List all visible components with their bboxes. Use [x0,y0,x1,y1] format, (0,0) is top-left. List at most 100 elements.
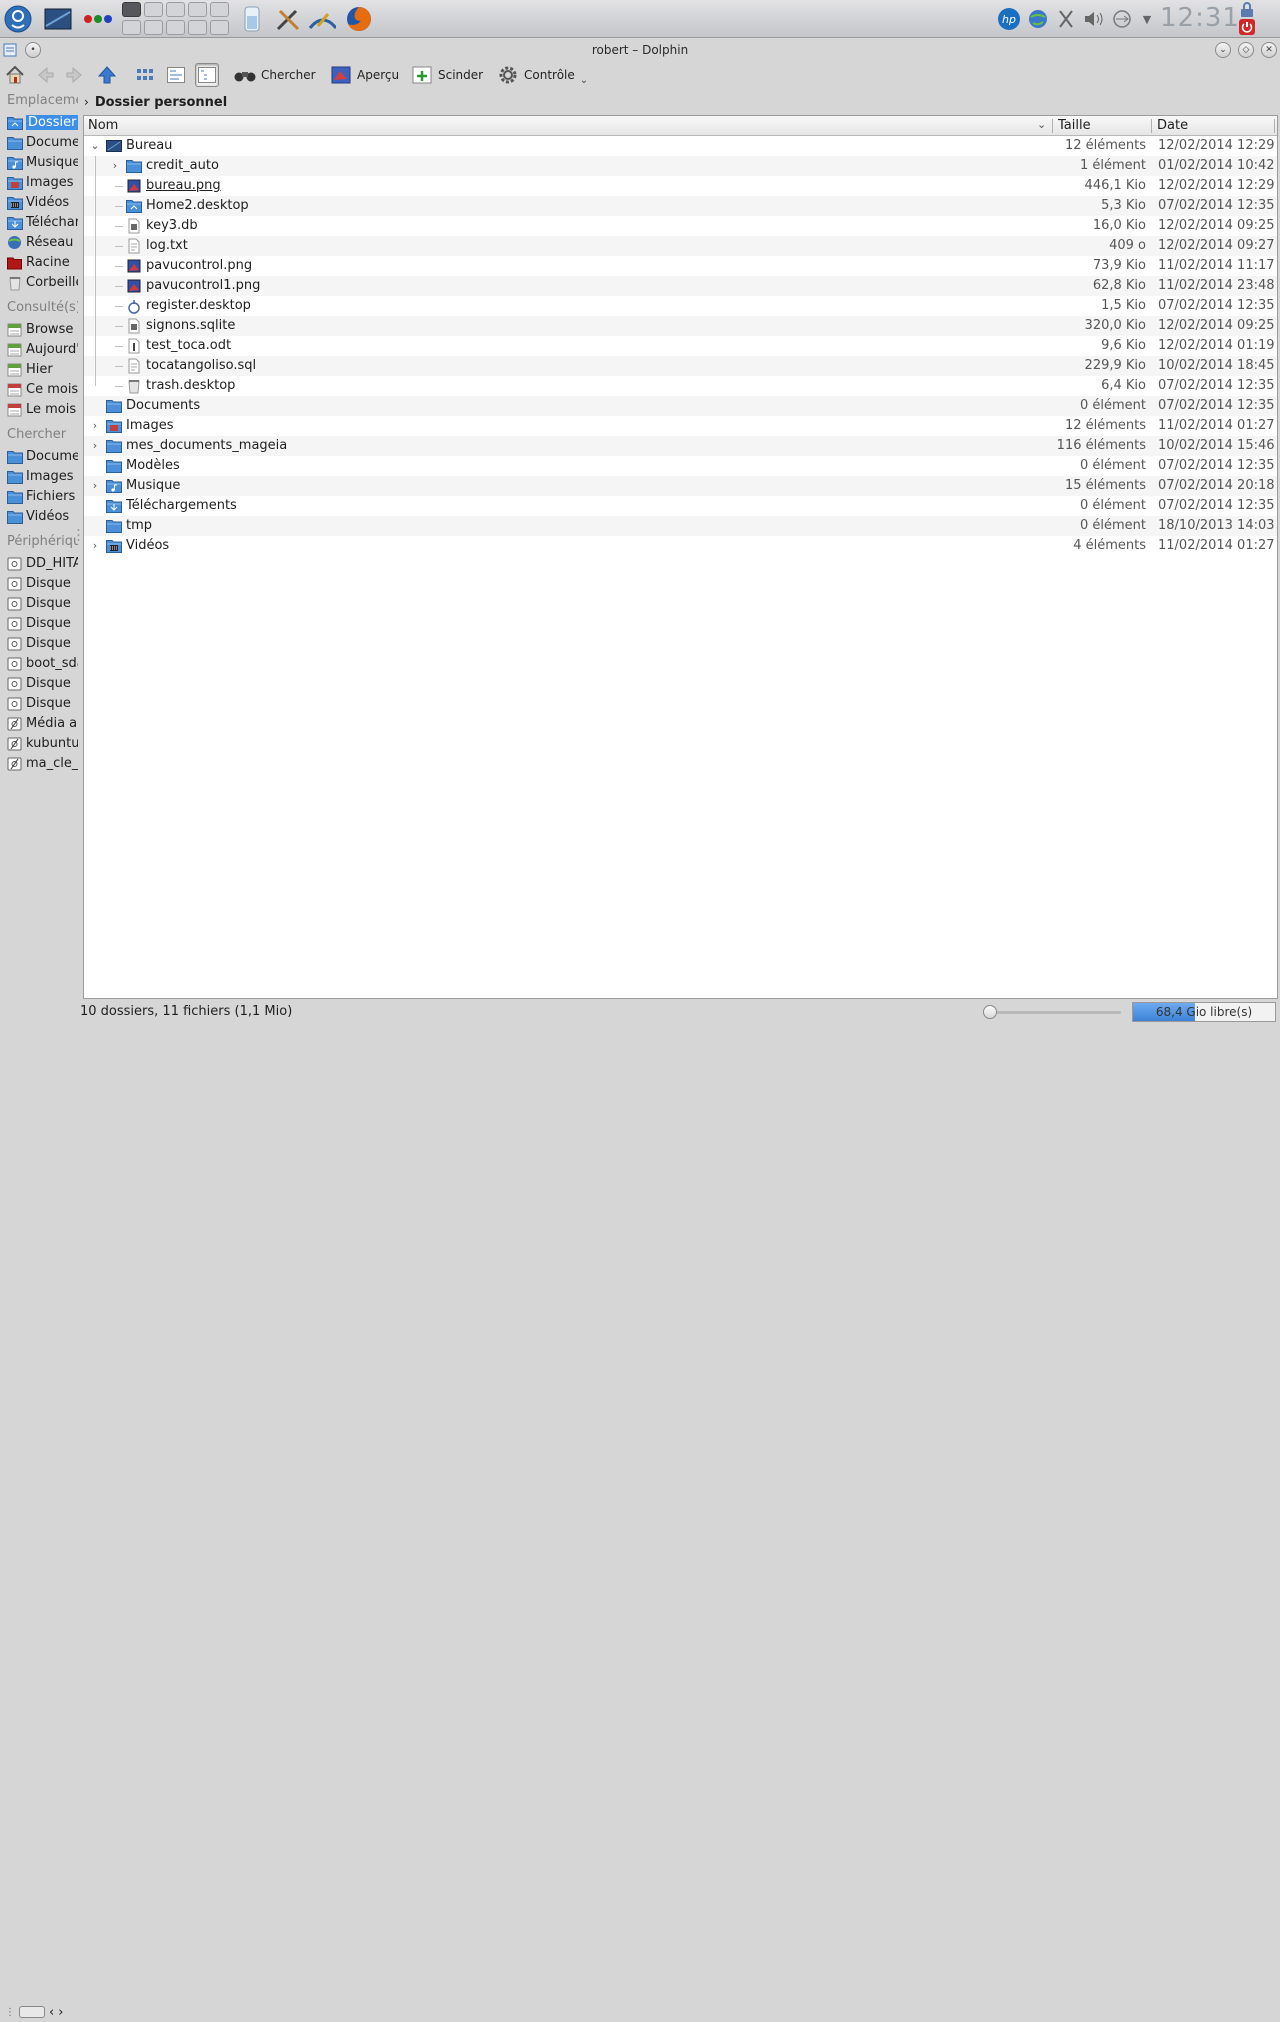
places-item[interactable]: Images [7,173,74,192]
free-space-bar[interactable]: 68,4 Gio libre(s) [1132,1002,1276,1022]
power-icon[interactable] [1239,19,1255,35]
pager-desktop-6[interactable] [122,20,141,35]
places-section-title[interactable]: Chercher [7,427,66,442]
file-row[interactable]: › Vidéos 4 éléments 11/02/2014 01:27 [84,536,1277,556]
draw-icon[interactable] [308,5,336,33]
pager-desktop-8[interactable] [166,20,185,35]
usb-icon[interactable] [1108,5,1136,33]
places-item[interactable]: Corbeille [7,273,78,292]
column-size[interactable]: Taille [1058,118,1091,133]
column-date[interactable]: Date [1157,118,1188,133]
places-item[interactable]: Disque [7,614,71,633]
sort-chevron-icon[interactable]: ⌄ [1037,118,1046,131]
places-item[interactable]: Disque [7,634,71,653]
file-details-view[interactable]: Nom ⌄ Taille Date ⌄ Bureau 12 éléments 12/0… [83,115,1278,999]
lock-icon[interactable] [1239,2,1255,18]
places-item[interactable]: Disque [7,694,71,713]
zoom-slider-handle[interactable] [983,1005,998,1019]
control-menu-button[interactable]: Contrôle ⌄ [497,62,588,88]
places-item[interactable]: Documents [7,447,78,466]
expand-arrow-icon[interactable]: › [110,159,120,173]
expand-arrow-icon[interactable]: › [90,419,100,433]
file-row[interactable]: key3.db 16,0 Kio 12/02/2014 09:25 [84,216,1277,236]
volume-icon[interactable] [1080,5,1108,33]
file-row[interactable]: test_toca.odt 9,6 Kio 12/02/2014 01:19 [84,336,1277,356]
colors-icon[interactable] [84,5,112,33]
places-item[interactable]: Vidéos [7,193,69,212]
places-item[interactable]: Disque [7,594,71,613]
column-divider[interactable] [1052,119,1053,133]
breadcrumb[interactable]: › Dossier personnel [84,90,1280,114]
pager-desktop-9[interactable] [188,20,207,35]
places-item[interactable]: DD_HITACHI [7,554,78,573]
places-item[interactable]: boot_sda [7,654,78,673]
column-name[interactable]: Nom [88,118,118,133]
file-row[interactable]: Modèles 0 élément 07/02/2014 12:35 [84,456,1277,476]
places-item[interactable]: Hier [7,360,53,379]
file-row[interactable]: tmp 0 élément 18/10/2013 14:03 [84,516,1277,536]
places-item[interactable]: Disque [7,574,71,593]
places-item[interactable]: Le mois dernier [7,400,78,419]
sidebar-toggle-button[interactable] [19,2006,45,2018]
pager-desktop-10[interactable] [210,20,229,35]
places-item[interactable]: Aujourd'hui [7,340,78,359]
places-item[interactable]: Dossier personnel [7,113,78,132]
places-item[interactable]: Images [7,467,74,486]
file-row[interactable]: bureau.png 446,1 Kio 12/02/2014 12:29 [84,176,1277,196]
file-row[interactable]: › mes_documents_mageia 116 éléments 10/02/2… [84,436,1277,456]
file-row[interactable]: › Images 12 éléments 11/02/2014 01:27 [84,416,1277,436]
places-item[interactable]: Browse [7,320,73,339]
pager-desktop-4[interactable] [188,2,207,17]
places-section-title[interactable]: Emplacements [7,93,78,108]
panel-splitter[interactable] [76,90,81,1000]
expand-arrow-icon[interactable]: › [90,539,100,553]
file-row[interactable]: ⌄ Bureau 12 éléments 12/02/2014 12:29 [84,136,1277,156]
network-globe-icon[interactable] [1024,5,1052,33]
preview-button[interactable]: Aperçu [330,62,399,88]
forward-button[interactable] [64,62,86,88]
expand-arrow-icon[interactable]: › [90,479,100,493]
mageia-menu-icon[interactable] [4,5,32,33]
places-item[interactable]: Musique [7,153,78,172]
desktop-icon[interactable] [44,5,72,33]
places-item[interactable]: Vidéos [7,507,69,526]
scissors-icon[interactable] [1052,5,1080,33]
column-divider[interactable] [1151,119,1152,133]
pager-desktop-5[interactable] [210,2,229,17]
file-row[interactable]: register.desktop 1,5 Kio 07/02/2014 12:35 [84,296,1277,316]
firefox-icon[interactable] [345,5,373,33]
places-item[interactable]: Racine [7,253,70,272]
up-button[interactable] [96,62,118,88]
clock[interactable]: 12:31 [1160,3,1240,33]
file-row[interactable]: pavucontrol1.png 62,8 Kio 11/02/2014 23:48 [84,276,1277,296]
pager-desktop-2[interactable] [144,2,163,17]
file-row[interactable]: log.txt 409 o 12/02/2014 09:27 [84,236,1277,256]
breadcrumb-current[interactable]: Dossier personnel [95,95,227,110]
chevron-left-icon[interactable]: ‹ [49,2005,54,2020]
chevron-down-icon[interactable]: ▼ [1133,5,1161,33]
file-row[interactable]: tocatangoliso.sql 229,9 Kio 10/02/2014 18:… [84,356,1277,376]
details-view-button[interactable] [195,62,219,88]
file-row[interactable]: trash.desktop 6,4 Kio 07/02/2014 12:35 [84,376,1277,396]
places-item[interactable]: Média amovible [7,714,78,733]
battery-widget-icon[interactable] [238,5,266,33]
chevron-right-icon[interactable]: › [58,2005,63,2020]
places-item[interactable]: Fichiers audio [7,487,78,506]
hp-icon[interactable]: hp [995,5,1023,33]
places-section-title[interactable]: Périphériques [7,534,78,549]
expand-arrow-icon[interactable]: › [90,439,100,453]
places-item[interactable]: Téléchargements [7,213,78,232]
file-row[interactable]: pavucontrol.png 73,9 Kio 11/02/2014 11:17 [84,256,1277,276]
places-item[interactable]: ma_cle_usb [7,754,78,773]
pager-desktop-7[interactable] [144,20,163,35]
column-divider[interactable] [1274,119,1275,133]
maximize-button[interactable]: ◇ [1238,42,1254,58]
pager-desktop-3[interactable] [166,2,185,17]
collapse-arrow-icon[interactable]: ⌄ [90,139,100,153]
places-item[interactable]: Disque [7,674,71,693]
home-button[interactable] [4,62,26,88]
places-section-title[interactable]: Consulté(s) récemment [7,300,78,315]
close-button[interactable]: ✕ [1261,42,1277,58]
file-row[interactable]: Home2.desktop 5,3 Kio 07/02/2014 12:35 [84,196,1277,216]
zoom-slider[interactable] [983,1011,1121,1014]
